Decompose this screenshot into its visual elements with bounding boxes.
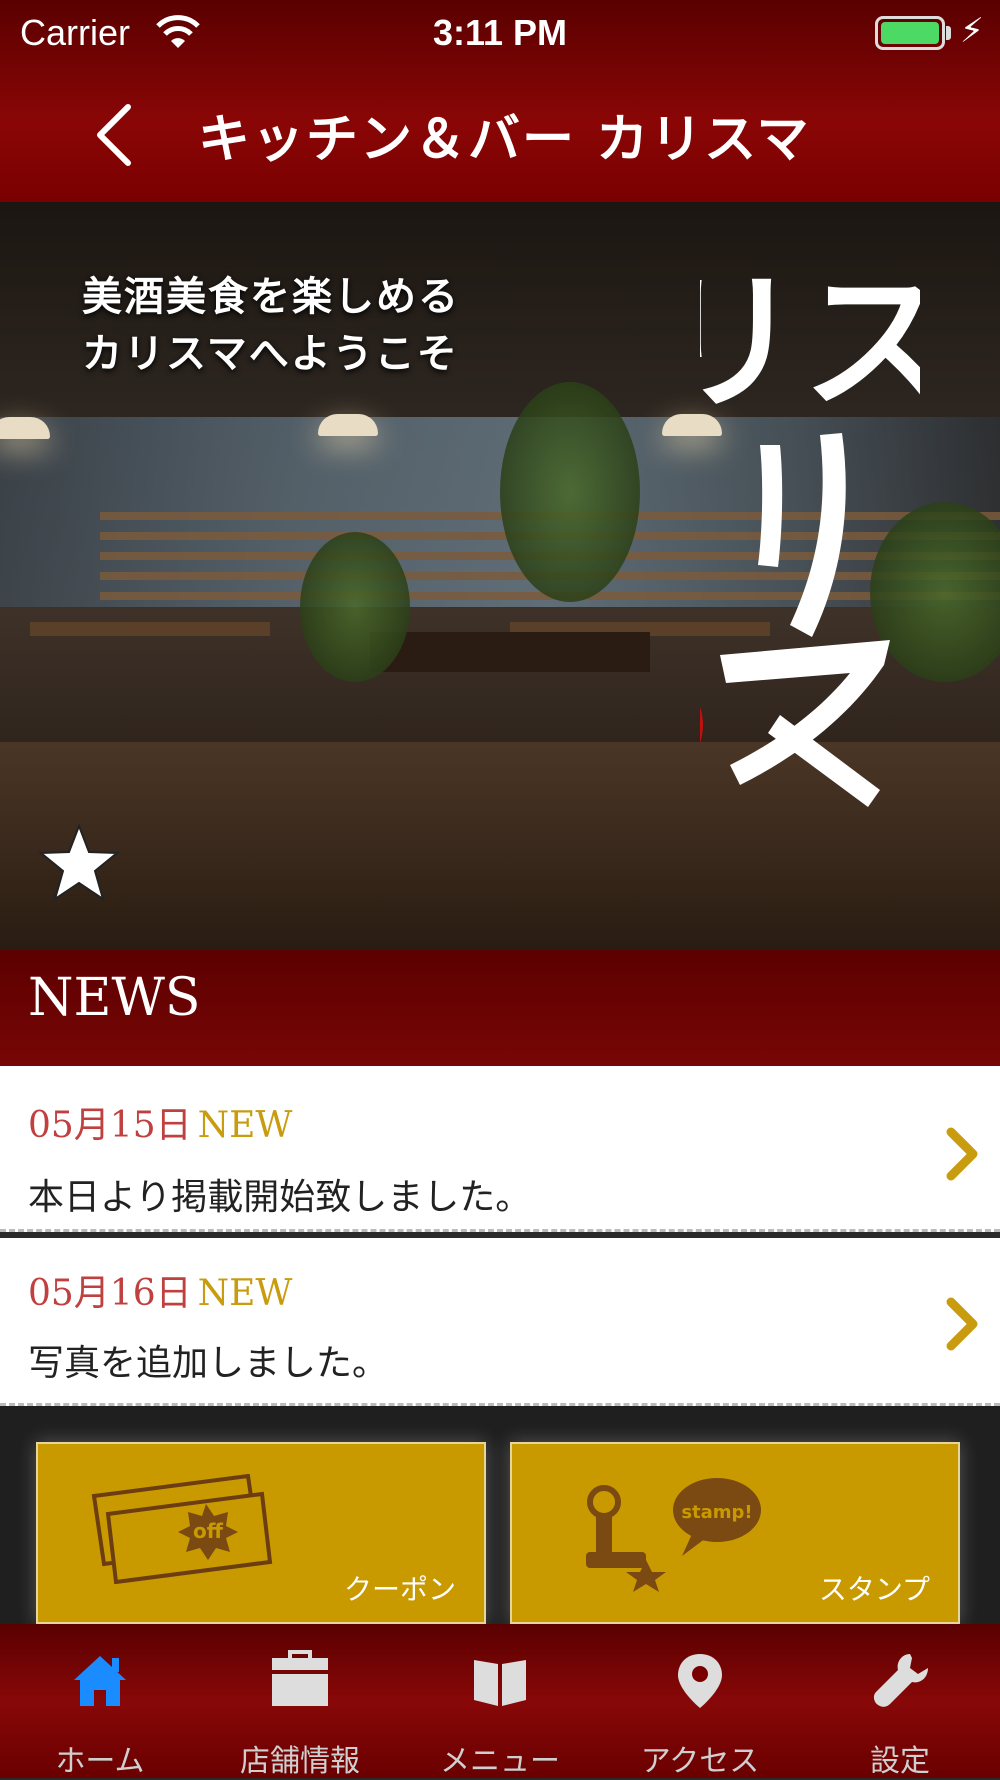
news-text: 写真を追加しました。	[28, 1343, 389, 1384]
hero-tagline: 美酒美食を楽しめる カリスマへようこそ	[82, 268, 460, 382]
tab-bar: ホーム 店舗情報 メニュー アクセス 設定	[0, 1624, 1000, 1779]
page-title: キッチン＆バー カリスマ	[198, 110, 811, 170]
tab-menu[interactable]: メニュー	[400, 1624, 600, 1779]
tab-access[interactable]: アクセス	[600, 1624, 800, 1779]
tab-label: アクセス	[640, 1744, 760, 1779]
logo-letter: カリスマ	[700, 255, 920, 431]
news-item[interactable]: 05月15日 NEW 本日より掲載開始致しました。	[0, 1066, 1000, 1232]
tab-label: ホーム	[55, 1744, 145, 1779]
tab-label: 設定	[870, 1744, 930, 1779]
status-bar: Carrier 3:11 PM ⚡	[0, 0, 1000, 70]
star-icon[interactable]	[38, 822, 120, 904]
news-date-row: 05月16日 NEW	[28, 1264, 292, 1316]
divider	[0, 1229, 1000, 1232]
news-date: 05月16日	[28, 1273, 192, 1314]
news-title: NEWS	[28, 968, 201, 1028]
shop-logo: カリスマ 大 竹	[700, 255, 920, 807]
home-icon	[74, 1656, 126, 1706]
wrench-icon	[873, 1654, 928, 1707]
hero-lamp	[0, 417, 50, 439]
coupon-icon: off	[91, 1474, 273, 1584]
stamp-icon: stamp!	[586, 1478, 761, 1592]
app-header: Carrier 3:11 PM ⚡ キッチン＆バー カリスマ	[0, 0, 1000, 202]
hero-table	[370, 632, 650, 672]
new-badge: NEW	[197, 1273, 293, 1314]
hero-plant	[300, 532, 410, 682]
svg-text:stamp!: stamp!	[681, 1502, 752, 1523]
chevron-left-icon[interactable]	[90, 95, 150, 175]
chevron-right-icon	[946, 1297, 978, 1351]
status-time: 3:11 PM	[432, 12, 568, 53]
battery-cap	[946, 26, 951, 40]
news-date: 05月15日	[28, 1105, 192, 1146]
tab-label: メニュー	[440, 1744, 560, 1779]
hero-lamp	[318, 414, 378, 436]
news-text: 本日より掲載開始致しました。	[28, 1177, 532, 1218]
hero-tagline-line: カリスマへようこそ	[82, 330, 459, 377]
tab-label: 店舗情報	[240, 1744, 360, 1779]
charging-icon: ⚡	[960, 11, 984, 51]
svg-text:off: off	[193, 1519, 224, 1543]
news-item[interactable]: 05月16日 NEW 写真を追加しました。	[0, 1238, 1000, 1406]
hero-tagline-line: 美酒美食を楽しめる	[82, 273, 460, 320]
stamp-label: スタンプ	[818, 1573, 930, 1606]
tab-store-info[interactable]: 店舗情報	[200, 1624, 400, 1779]
new-badge: NEW	[197, 1105, 293, 1146]
coupon-button[interactable]: off クーポン	[36, 1442, 486, 1624]
hero-plant	[500, 382, 640, 602]
tab-home[interactable]: ホーム	[0, 1624, 200, 1779]
store-icon	[272, 1650, 328, 1706]
stamp-button[interactable]: stamp! スタンプ	[510, 1442, 960, 1624]
coupon-label: クーポン	[343, 1573, 456, 1606]
location-pin-icon	[678, 1654, 722, 1708]
menu-book-icon	[474, 1660, 526, 1706]
tab-settings[interactable]: 設定	[800, 1624, 1000, 1779]
hero-table	[30, 622, 270, 636]
chevron-right-icon	[946, 1127, 978, 1181]
news-date-row: 05月15日 NEW	[28, 1096, 292, 1148]
battery-icon	[875, 16, 945, 50]
